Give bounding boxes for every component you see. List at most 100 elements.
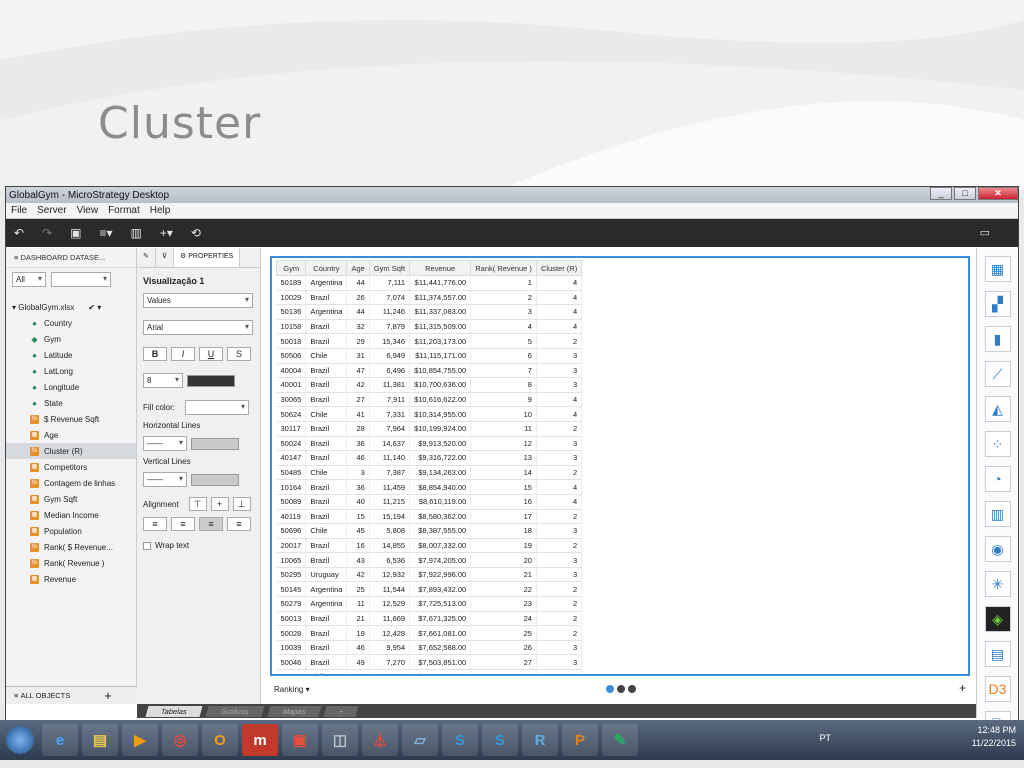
- tree-item-gym[interactable]: ◆ Gym: [6, 331, 136, 347]
- table-row[interactable]: 20017 Brazil 16 14,855 $8,007,332.00 19 2: [276, 538, 583, 554]
- tree-item-latitude[interactable]: ● Latitude: [6, 347, 136, 363]
- table-row[interactable]: 10039 Brazil 46 9,954 $7,652,588.00 26 3: [276, 640, 583, 656]
- column-header[interactable]: Country: [305, 260, 348, 276]
- table-row[interactable]: 10029 Brazil 26 7,074 $11,374,557.00 2 4: [276, 290, 583, 306]
- tree-item-row-count[interactable]: fx Contagem de linhas: [6, 475, 136, 491]
- table-row[interactable]: 10158 Brazil 32 7,879 $11,315,509.00 4 4: [276, 319, 583, 335]
- start-button[interactable]: [0, 720, 40, 760]
- align-middle-button[interactable]: +: [210, 497, 229, 511]
- clock-time[interactable]: 12:48 PM: [972, 724, 1016, 737]
- tab-graficos[interactable]: Gráficos: [205, 705, 265, 717]
- table-row[interactable]: 40004 Brazil 47 6,496 $10,854,755.00 7 3: [276, 363, 583, 379]
- page-dots[interactable]: [606, 685, 636, 693]
- align-justify-button[interactable]: ≡: [227, 517, 251, 531]
- tree-item-revenue[interactable]: ▦ Revenue: [6, 571, 136, 587]
- notes-icon[interactable]: ▱: [402, 724, 438, 756]
- r-icon[interactable]: R: [522, 724, 558, 756]
- table-row[interactable]: 50506 Chile 31 6,949 $11,115,171.00 6 3: [276, 348, 583, 364]
- align-top-button[interactable]: ⊤: [188, 497, 207, 511]
- strike-button[interactable]: S: [227, 347, 251, 361]
- language-indicator[interactable]: PT: [819, 732, 831, 745]
- image-viz-icon[interactable]: ◈: [984, 606, 1011, 632]
- tree-item-latlong[interactable]: ● LatLong: [6, 363, 136, 379]
- powerpoint-icon[interactable]: P: [562, 724, 598, 756]
- table-row[interactable]: 50624 Chile 41 7,331 $10,314,955.00 10 4: [276, 406, 583, 422]
- table-row[interactable]: 30117 Brazil 28 7,964 $10,199,924.00 11 2: [276, 421, 583, 437]
- scatter-viz-icon[interactable]: ⁘: [984, 431, 1011, 457]
- font-color-swatch[interactable]: [187, 374, 235, 387]
- all-objects-bar[interactable]: ≡ ALL OBJECTS +: [6, 686, 137, 704]
- microstrategy-icon[interactable]: m: [242, 724, 278, 756]
- skype-business-icon[interactable]: S: [482, 724, 518, 756]
- column-header[interactable]: Gym: [275, 260, 307, 276]
- table-row[interactable]: 50136 Argentina 44 11,246 $11,337,083.00 3 4: [276, 304, 583, 320]
- wrap-checkbox[interactable]: [143, 541, 151, 550]
- column-header[interactable]: Age: [346, 260, 370, 276]
- table-row[interactable]: 50696 Chile 45 5,808 $8,387,555.00 18 3: [276, 523, 583, 539]
- table-row[interactable]: 50024 Brazil 36 14,637 $9,913,520.00 12 3: [276, 436, 583, 452]
- table-row[interactable]: 30065 Brazil 27 7,911 $10,616,622.00 9 4: [276, 392, 583, 408]
- tree-item-population[interactable]: ▦ Population: [6, 523, 136, 539]
- table-row[interactable]: 10065 Brazil 43 6,536 $7,974,205.00 20 3: [276, 552, 583, 568]
- values-select[interactable]: Values: [143, 293, 253, 308]
- redo-icon[interactable]: ↷: [42, 226, 52, 240]
- tab-tabelas[interactable]: Tabelas: [145, 705, 203, 717]
- vlines-color-swatch[interactable]: [191, 473, 239, 486]
- hlines-color-swatch[interactable]: [191, 437, 239, 450]
- tab-properties[interactable]: ⚙ PROPERTIES: [174, 248, 241, 267]
- table-row[interactable]: 50189 Argentina 44 7,111 $11,441,776.00 1 4: [276, 275, 583, 291]
- search-input[interactable]: [51, 272, 111, 287]
- heatmap-viz-icon[interactable]: ▞: [984, 291, 1011, 317]
- tree-item-country[interactable]: ● Country: [6, 315, 136, 331]
- tree-item-competitors[interactable]: ▦ Competitors: [6, 459, 136, 475]
- data-grid[interactable]: Gym Country Age Gym Sqft Revenue Rank( Revenu…: [270, 256, 970, 676]
- chrome-icon[interactable]: ◎: [162, 724, 198, 756]
- tree-item-median-income[interactable]: ▦ Median Income: [6, 507, 136, 523]
- table-row[interactable]: 40001 Brazil 42 11,381 $10,700,636.00 8 3: [276, 377, 583, 393]
- add-data-icon[interactable]: ≡▾: [99, 226, 112, 240]
- table-row[interactable]: 40119 Brazil 15 15,194 $8,580,362.00 17 2: [276, 509, 583, 525]
- bold-button[interactable]: B: [143, 347, 167, 361]
- dataset-node[interactable]: ▾ GlobalGym.xlsx ✔ ▾: [6, 299, 136, 315]
- table-row[interactable]: 50279 Argentina 11 12,529 $7,725,513.00 23 2: [276, 596, 583, 612]
- align-left-button[interactable]: ≡: [143, 517, 167, 531]
- combo-chart-viz-icon[interactable]: ▥: [984, 501, 1011, 527]
- minimize-button[interactable]: _: [930, 187, 952, 200]
- ranking-dropdown[interactable]: Ranking ▾: [274, 685, 310, 694]
- hlines-style-select[interactable]: ——: [143, 436, 187, 451]
- column-header[interactable]: Cluster (R): [535, 260, 583, 276]
- grid-viz-icon[interactable]: ▦: [984, 256, 1011, 282]
- menu-help[interactable]: Help: [150, 205, 171, 216]
- outlook-icon[interactable]: O: [202, 724, 238, 756]
- table-row[interactable]: 50089 Brazil 40 11,215 $8,610,119.00 16 4: [276, 494, 583, 510]
- tree-item-gym-sqft[interactable]: ▦ Gym Sqft: [6, 491, 136, 507]
- pdf-icon[interactable]: ⏃: [362, 724, 398, 756]
- tab-mapas[interactable]: Mapas: [267, 705, 321, 717]
- explorer-icon[interactable]: ▤: [82, 724, 118, 756]
- pie-chart-viz-icon[interactable]: ◔: [984, 466, 1011, 492]
- table-row[interactable]: 50013 Brazil 21 11,669 $7,671,325.00 24 2: [276, 611, 583, 627]
- network-viz-icon[interactable]: ✳: [984, 571, 1011, 597]
- bar-chart-viz-icon[interactable]: ▮: [984, 326, 1011, 352]
- tree-item-cluster[interactable]: fx Cluster (R): [6, 443, 136, 459]
- custom-viz-icon[interactable]: ▤: [984, 641, 1011, 667]
- underline-button[interactable]: U: [199, 347, 223, 361]
- align-center-button[interactable]: ≡: [171, 517, 195, 531]
- tree-item-state[interactable]: ● State: [6, 395, 136, 411]
- tab-filter[interactable]: ⊽: [156, 248, 174, 267]
- map-viz-icon[interactable]: ◉: [984, 536, 1011, 562]
- tree-item-rank-revenue-sqft[interactable]: fx Rank( $ Revenue...: [6, 539, 136, 555]
- clock-date[interactable]: 11/22/2015: [972, 737, 1016, 750]
- viz-name[interactable]: Visualização 1: [137, 268, 260, 290]
- present-icon[interactable]: ▭: [980, 226, 990, 239]
- column-header[interactable]: Rank( Revenue ): [470, 260, 537, 276]
- font-select[interactable]: Arial: [143, 320, 253, 335]
- table-row[interactable]: 50046 Brazil 49 7,270 $7,503,851.00 27 3: [276, 654, 583, 671]
- presentation-icon[interactable]: ▣: [282, 724, 318, 756]
- align-bottom-button[interactable]: ⊥: [232, 497, 251, 511]
- table-row[interactable]: 50028 Brazil 19 12,428 $7,661,081.00 25 2: [276, 625, 583, 641]
- align-right-button[interactable]: ≡: [199, 517, 223, 531]
- refresh-icon[interactable]: ⟲: [191, 226, 201, 240]
- maximize-button[interactable]: □: [954, 187, 976, 200]
- undo-icon[interactable]: ↶: [14, 226, 24, 240]
